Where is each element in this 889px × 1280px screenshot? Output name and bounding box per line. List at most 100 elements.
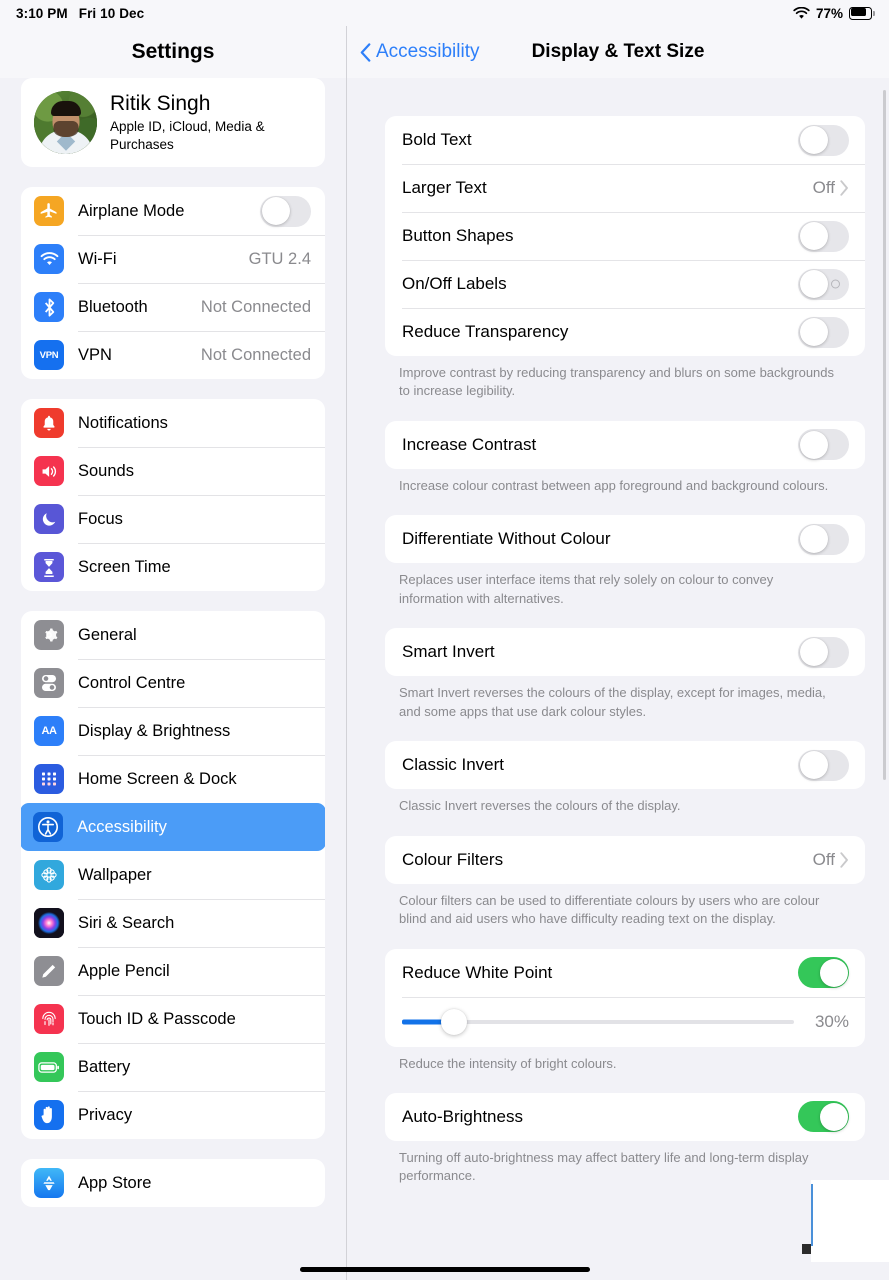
settings-card: Classic Invert [385, 741, 865, 790]
vpn-status-value: Not Connected [200, 345, 311, 364]
sidebar-item-notifications[interactable]: Notifications [21, 399, 325, 447]
sidebar-item-label: Sounds [78, 461, 134, 480]
sidebar-item-focus[interactable]: Focus [21, 495, 325, 543]
app-store-icon [34, 1168, 64, 1198]
footnote: Smart Invert reverses the colours of the… [399, 685, 826, 719]
sidebar-item-label: Wi-Fi [78, 249, 117, 268]
airplane-mode-toggle[interactable] [260, 195, 311, 227]
row-label: Bold Text [402, 130, 472, 149]
footnote: Colour filters can be used to differenti… [399, 892, 820, 927]
row-label: Reduce Transparency [402, 322, 569, 341]
battery-icon [34, 1052, 64, 1082]
sidebar-item-display-brightness[interactable]: AA Display & Brightness [21, 707, 325, 755]
colour-filters-value: Off [812, 849, 835, 869]
notifications-bell-icon [34, 408, 64, 438]
differentiate-without-colour-toggle[interactable] [798, 523, 849, 555]
sidebar-item-airplane-mode[interactable]: Airplane Mode [21, 187, 325, 235]
wifi-network-value: GTU 2.4 [248, 249, 311, 268]
sidebar-item-touch-id-passcode[interactable]: Touch ID & Passcode [21, 995, 325, 1043]
row-differentiate-without-colour[interactable]: Differentiate Without Colour [385, 515, 865, 563]
row-smart-invert[interactable]: Smart Invert [385, 628, 865, 676]
sidebar-item-screen-time[interactable]: Screen Time [21, 543, 325, 591]
sidebar-scroll-area[interactable]: Ritik Singh Apple ID, iCloud, Media & Pu… [0, 78, 346, 1280]
sidebar-item-vpn[interactable]: VPN VPN Not Connected [21, 331, 325, 379]
off-label-circle-icon [831, 279, 840, 289]
button-shapes-toggle[interactable] [798, 220, 849, 252]
sidebar-group-system: General Control Centre AA Display & Brig… [21, 611, 325, 1139]
sidebar-item-app-store[interactable]: App Store [21, 1159, 325, 1207]
sidebar-item-label: VPN [78, 345, 112, 364]
footnote: Replaces user interface items that rely … [399, 572, 774, 606]
sidebar-item-wifi[interactable]: Wi-Fi GTU 2.4 [21, 235, 325, 283]
sidebar-item-wallpaper[interactable]: Wallpaper [21, 851, 325, 899]
row-on-off-labels[interactable]: On/Off Labels [385, 260, 865, 308]
increase-contrast-toggle[interactable] [798, 429, 849, 461]
accessibility-icon [33, 812, 63, 842]
detail-scrollbar[interactable] [883, 90, 886, 780]
sidebar-item-control-centre[interactable]: Control Centre [21, 659, 325, 707]
siri-icon [34, 908, 64, 938]
row-reduce-transparency[interactable]: Reduce Transparency [385, 308, 865, 356]
sidebar-item-accessibility[interactable]: Accessibility [21, 803, 325, 851]
sidebar-item-general[interactable]: General [21, 611, 325, 659]
back-button[interactable]: Accessibility [360, 41, 479, 63]
sidebar-item-battery[interactable]: Battery [21, 1043, 325, 1091]
detail-scroll-area[interactable]: Bold Text Larger Text Off Button Shapes … [347, 78, 889, 1280]
sidebar-item-home-screen-dock[interactable]: Home Screen & Dock [21, 755, 325, 803]
row-larger-text[interactable]: Larger Text Off [385, 164, 865, 212]
footnote: Classic Invert reverses the colours of t… [399, 798, 681, 814]
status-bar-left: 3:10 PM Fri 10 Dec [16, 6, 144, 21]
footnote: Increase colour contrast between app for… [399, 477, 829, 493]
chevron-right-icon [840, 180, 848, 196]
row-auto-brightness[interactable]: Auto-Brightness [385, 1093, 865, 1141]
auto-brightness-toggle[interactable] [798, 1101, 849, 1133]
home-indicator[interactable] [299, 1267, 590, 1272]
row-colour-filters[interactable]: Colour Filters Off [385, 836, 865, 884]
apple-pencil-icon [34, 956, 64, 986]
footnote: Improve contrast by reducing transparenc… [399, 365, 835, 399]
battery-percent-label: 77% [815, 5, 843, 21]
apple-id-row[interactable]: Ritik Singh Apple ID, iCloud, Media & Pu… [21, 78, 325, 167]
vpn-icon: VPN [34, 340, 64, 370]
row-classic-invert[interactable]: Classic Invert [385, 741, 865, 789]
row-label: Differentiate Without Colour [402, 529, 611, 549]
classic-invert-toggle[interactable] [798, 749, 849, 781]
chevron-right-icon [840, 851, 848, 868]
gear-icon [34, 620, 64, 650]
smart-invert-toggle[interactable] [798, 636, 849, 668]
row-increase-contrast[interactable]: Increase Contrast [385, 421, 865, 469]
row-button-shapes[interactable]: Button Shapes [385, 212, 865, 260]
sidebar-item-siri-search[interactable]: Siri & Search [21, 899, 325, 947]
wifi-icon [793, 6, 810, 19]
ipad-settings-screen: 3:10 PM Fri 10 Dec 77% Settings Ritik Si… [0, 0, 889, 1280]
settings-card: Increase Contrast [385, 420, 865, 469]
bold-text-toggle[interactable] [798, 124, 849, 156]
sidebar-item-label: Battery [78, 1057, 131, 1076]
sidebar-group-notifications: Notifications Sounds Focus Screen Time [21, 399, 325, 591]
settings-sidebar: Settings Ritik Singh Apple ID, iCloud, M… [0, 0, 346, 1280]
on-off-labels-toggle[interactable] [798, 268, 849, 300]
reduce-white-point-toggle[interactable] [798, 957, 849, 989]
row-label: Classic Invert [402, 755, 505, 775]
avatar [34, 91, 97, 154]
row-reduce-white-point[interactable]: Reduce White Point [385, 949, 865, 997]
sidebar-item-apple-pencil[interactable]: Apple Pencil [21, 947, 325, 995]
settings-card: Differentiate Without Colour [385, 515, 865, 564]
sidebar-header: Settings [0, 26, 346, 78]
row-bold-text[interactable]: Bold Text [385, 116, 865, 164]
row-label: Auto-Brightness [402, 1106, 523, 1126]
sidebar-item-label: Focus [78, 509, 123, 528]
sidebar-group-connectivity: Airplane Mode Wi-Fi GTU 2.4 Bluetooth No… [21, 187, 325, 379]
sidebar-item-bluetooth[interactable]: Bluetooth Not Connected [21, 283, 325, 331]
sidebar-item-privacy[interactable]: Privacy [21, 1091, 325, 1139]
display-brightness-aa-icon: AA [34, 716, 64, 746]
settings-card: Smart Invert [385, 628, 865, 677]
reduce-transparency-toggle[interactable] [798, 316, 849, 348]
bluetooth-icon [34, 292, 64, 322]
airplane-icon [34, 196, 64, 226]
sidebar-item-label: Airplane Mode [78, 201, 185, 220]
page-title: Settings [131, 40, 215, 63]
row-white-point-slider[interactable]: 30% [385, 996, 865, 1047]
white-point-slider[interactable] [402, 1007, 794, 1037]
sidebar-item-sounds[interactable]: Sounds [21, 447, 325, 495]
